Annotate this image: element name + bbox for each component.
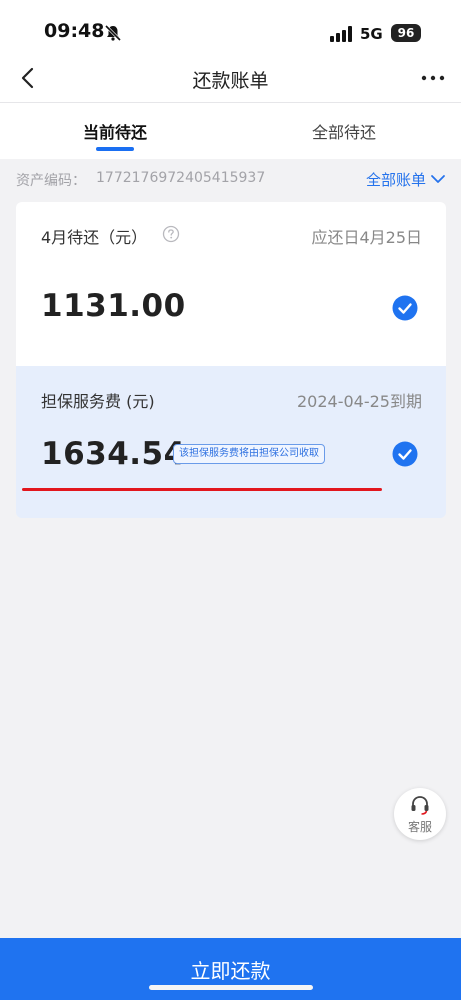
asset-row: 资产编码： 1772176972405415937 全部账单 [16,168,446,190]
asset-code: 1772176972405415937 [96,170,266,186]
fee-label: 担保服务费 (元) [41,392,155,411]
pay-now-label: 立即还款 [190,959,271,983]
fee-amount: 1634.54 [41,436,186,472]
help-icon[interactable] [162,225,180,243]
service-label: 客服 [407,820,432,834]
status-bar: 09:48 5G 96 [0,0,461,56]
chevron-down-icon[interactable] [430,172,446,186]
pay-now-button[interactable]: 立即还款 [0,938,461,1000]
checkbox-checked-icon[interactable] [392,295,418,321]
customer-service-button[interactable]: 客服 [394,788,446,840]
tab-all-due[interactable]: 全部待还 [312,119,376,143]
network-label: 5G [360,25,383,43]
tab-current-due[interactable]: 当前待还 [83,119,147,143]
fee-due-date: 2024-04-25到期 [297,392,422,411]
tab-active-indicator [96,147,134,151]
all-bills-link[interactable]: 全部账单 [366,169,426,190]
battery-badge: 96 [391,24,421,42]
signal-icon [330,26,352,42]
nav-bar: 还款账单 [0,56,461,102]
status-time: 09:48 [44,20,105,42]
fee-note-badge: 该担保服务费将由担保公司收取 [173,444,325,464]
tab-bar: 当前待还 全部待还 [0,103,461,159]
home-indicator [149,985,313,990]
checkbox-checked-icon[interactable] [392,441,418,467]
bill-card[interactable]: 4月待还（元） 应还日4月25日 1131.00 [16,202,446,366]
fee-card[interactable]: 担保服务费 (元) 2024-04-25到期 1634.54 该担保服务费将由担… [16,366,446,518]
asset-label: 资产编码： [16,173,86,189]
bill-amount: 1131.00 [41,288,186,324]
bill-due-date: 应还日4月25日 [311,228,422,247]
bell-muted-icon [104,24,122,42]
more-icon[interactable] [420,70,446,86]
annotation-underline [22,488,382,491]
bill-month-label: 4月待还（元） [41,228,148,247]
headset-icon [411,796,429,815]
page-title: 还款账单 [192,70,269,92]
